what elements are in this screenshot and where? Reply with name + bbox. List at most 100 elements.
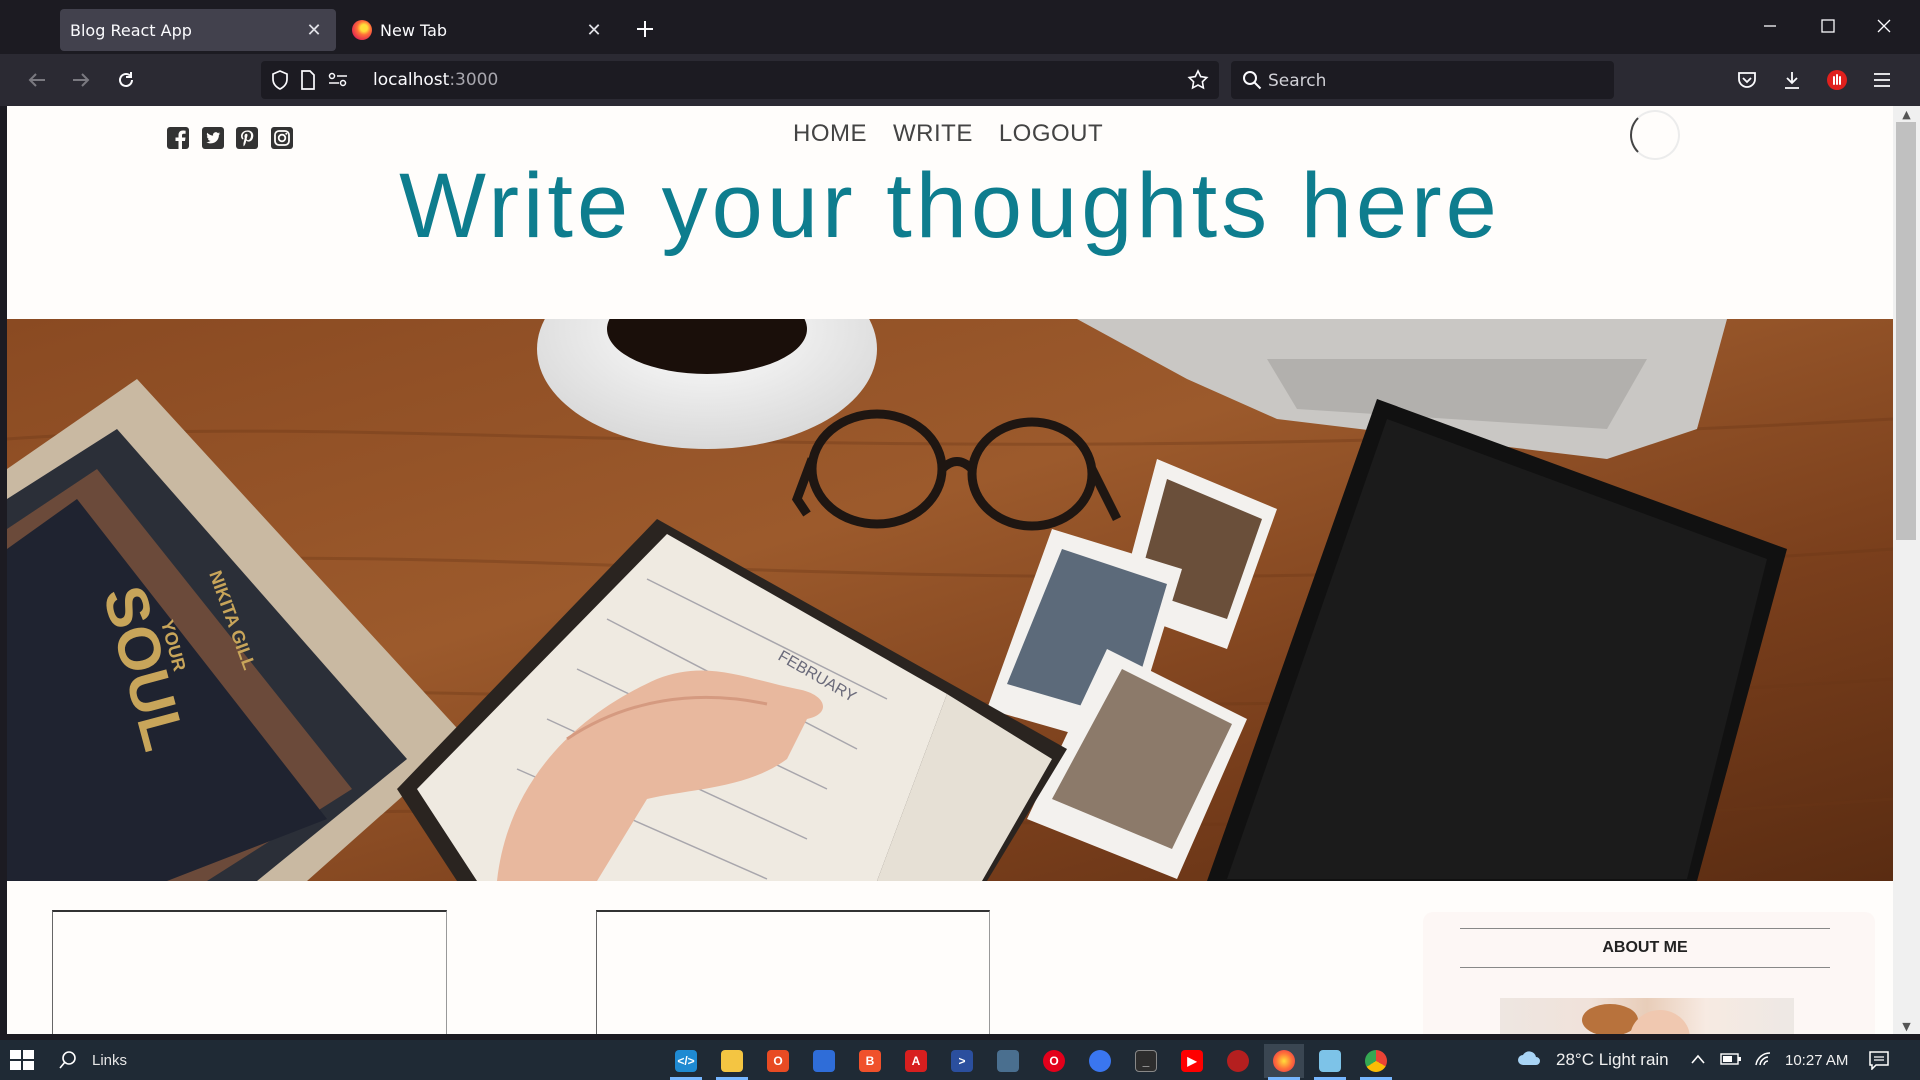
reload-icon [119,72,133,87]
menu-item-home[interactable]: HOME [793,120,867,148]
hero-image: SOUL YOUR NIKITA GILL FEBRUARY [7,319,1893,881]
download-icon [1785,72,1799,89]
chevron-up-icon[interactable] [1690,1053,1706,1065]
tab-title: New Tab [380,20,448,40]
close-tab-icon[interactable]: ✕ [302,18,326,42]
taskbar-app-file-explorer[interactable] [712,1044,752,1080]
page-title: Write your thoughts here [399,155,1501,257]
sidebar-photo [1500,998,1794,1034]
tab-new-tab[interactable]: New Tab ✕ [342,9,616,51]
extension-button[interactable] [1821,64,1853,96]
plus-icon [637,21,653,37]
app-icon [1227,1050,1249,1072]
close-window-button[interactable] [1861,10,1907,42]
sidebar-title: ABOUT ME [1460,928,1830,968]
app-icon [813,1050,835,1072]
taskbar-app-opera[interactable]: O [1034,1044,1074,1078]
arrow-left-icon [28,73,45,87]
weather-text[interactable]: 28°C Light rain [1556,1050,1669,1070]
taskbar-search[interactable]: Links [58,1048,178,1072]
url-port: :3000 [449,70,499,90]
taskbar-app-firefox[interactable] [1264,1044,1304,1080]
battery-icon[interactable] [1720,1052,1742,1066]
browser-toolbar: localhost:3000 Search [0,54,1920,106]
pocket-button[interactable] [1731,64,1763,96]
url-bar[interactable]: localhost:3000 [261,61,1219,99]
minimize-icon [1764,25,1776,27]
taskbar-app-brave[interactable]: B [850,1044,890,1078]
new-tab-button[interactable] [630,14,660,44]
cloud-rain-icon [1518,1051,1540,1065]
wifi-icon[interactable] [1754,1051,1772,1067]
hamburger-icon [1874,73,1890,87]
woman-portrait-image [1582,1004,1690,1034]
office-icon: O [767,1050,789,1072]
notification-icon[interactable] [1868,1050,1890,1070]
clock-time[interactable]: 10:27 AM [1785,1052,1848,1069]
maximize-button[interactable] [1805,10,1851,42]
windows-taskbar: Links </> O B A > O _ ▶ 28°C Light rain … [0,1040,1920,1080]
url-text[interactable]: localhost:3000 [373,70,498,90]
terminal-icon: _ [1135,1050,1157,1072]
youtube-icon: ▶ [1181,1050,1203,1072]
tab-title: Blog React App [70,20,192,40]
menu-item-write[interactable]: WRITE [893,120,973,148]
taskbar-app-unknown-blue[interactable] [804,1044,844,1078]
reload-button[interactable] [110,64,142,96]
permissions-icon[interactable] [327,69,349,91]
menu-button[interactable] [1866,64,1898,96]
powershell-icon: > [951,1050,973,1072]
notepad-icon [1319,1050,1341,1072]
taskbar-app-powershell[interactable]: > [942,1044,982,1078]
url-host: localhost [373,70,450,90]
menu-item-logout[interactable]: LOGOUT [999,120,1103,148]
taskbar-app-unknown-red[interactable] [1218,1044,1258,1078]
taskbar-app-office[interactable]: O [758,1044,798,1078]
post-card[interactable] [52,910,447,1034]
vscode-icon: </> [675,1050,697,1072]
scroll-down-arrow-icon[interactable]: ▼ [1893,1018,1920,1034]
taskbar-app-signal[interactable] [1080,1044,1120,1078]
windows-start-icon[interactable] [8,1048,36,1072]
minimize-button[interactable] [1747,10,1793,42]
search-placeholder: Search [1268,71,1327,91]
instagram-icon[interactable] [270,126,294,150]
pinterest-icon[interactable] [235,126,259,150]
back-button[interactable] [21,64,53,96]
desk-photo: SOUL YOUR NIKITA GILL FEBRUARY [7,319,1893,881]
search-icon [59,1051,76,1069]
pdf-icon: A [905,1050,927,1072]
taskbar-app-pdf[interactable]: A [896,1044,936,1078]
forward-button[interactable] [65,64,97,96]
search-icon [1243,71,1262,90]
taskbar-app-notepad[interactable] [1310,1044,1350,1080]
brave-icon: B [859,1050,881,1072]
facebook-icon[interactable] [166,126,190,150]
scroll-up-arrow-icon[interactable]: ▲ [1893,106,1920,122]
shield-icon[interactable] [269,69,291,91]
page-icon[interactable] [297,69,319,91]
arrow-right-icon [73,73,90,87]
post-card[interactable] [596,910,990,1034]
hand-stop-icon [1827,70,1847,90]
close-tab-icon[interactable]: ✕ [582,18,606,42]
sidebar: ABOUT ME [1423,912,1875,1034]
folder-icon [721,1050,743,1072]
opera-icon: O [1043,1050,1065,1072]
downloads-button[interactable] [1776,64,1808,96]
scrollbar-thumb[interactable] [1896,122,1916,540]
taskbar-app-chrome[interactable] [1356,1044,1396,1080]
page-viewport: HOME WRITE LOGOUT Write your thoughts he… [7,106,1893,1034]
taskbar-app-vscode[interactable]: </> [666,1044,706,1080]
pocket-icon [1738,72,1756,88]
taskbar-app-remote-desktop[interactable] [988,1044,1028,1078]
taskbar-app-terminal[interactable]: _ [1126,1044,1166,1078]
twitter-icon[interactable] [201,126,225,150]
search-bar[interactable]: Search [1231,61,1614,99]
firefox-icon [1273,1050,1295,1072]
avatar[interactable] [1630,110,1680,160]
bookmark-star-icon[interactable] [1187,69,1209,91]
remote-desktop-icon [997,1050,1019,1072]
tab-blog-react-app[interactable]: Blog React App ✕ [60,9,336,51]
taskbar-app-youtube[interactable]: ▶ [1172,1044,1212,1078]
